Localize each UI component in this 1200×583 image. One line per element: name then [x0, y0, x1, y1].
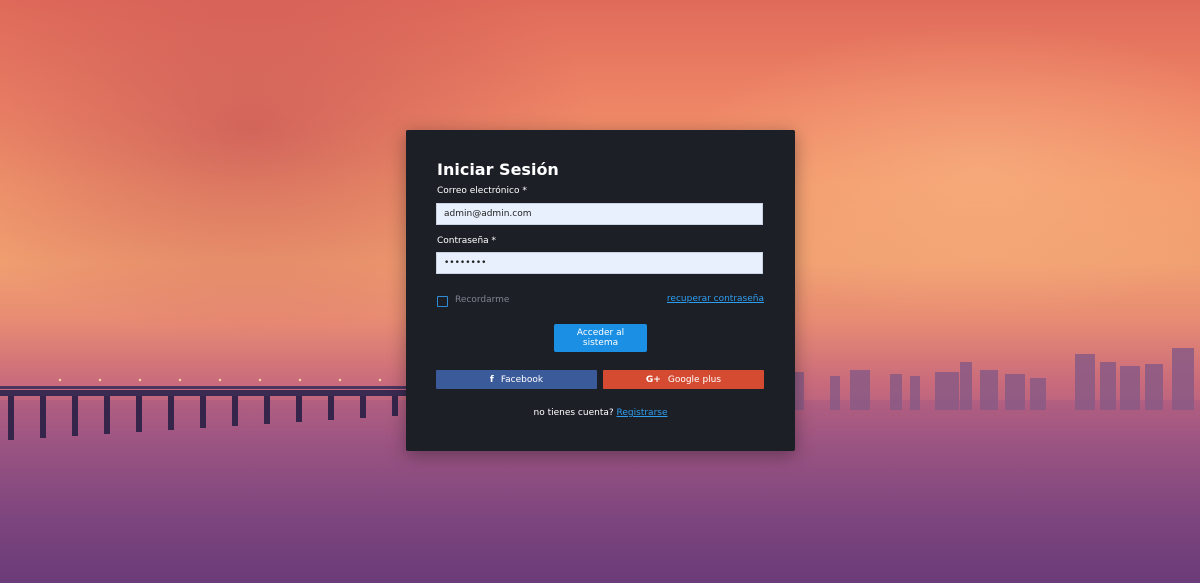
register-link[interactable]: Registrarse	[617, 408, 668, 418]
google-plus-label: Google plus	[667, 374, 722, 385]
login-submit-button[interactable]: Acceder al sistema	[554, 324, 647, 352]
email-label: Correo electrónico *	[437, 186, 527, 196]
city-skyline	[790, 348, 1194, 410]
bridge-silhouette	[0, 378, 410, 440]
facebook-label: Facebook	[500, 374, 544, 385]
recover-password-link[interactable]: recuperar contraseña	[667, 294, 764, 304]
google-plus-login-button[interactable]: G+ Google plus	[603, 370, 764, 389]
no-account-text: no tienes cuenta?	[533, 408, 614, 418]
google-plus-icon: G+	[645, 374, 661, 385]
remember-label: Recordarme	[455, 295, 510, 305]
login-card: Iniciar Sesión Correo electrónico * Cont…	[406, 130, 795, 451]
facebook-login-button[interactable]: f Facebook	[436, 370, 597, 389]
password-label: Contraseña *	[437, 236, 497, 246]
login-title: Iniciar Sesión	[437, 160, 559, 179]
facebook-icon: f	[489, 374, 494, 385]
password-input[interactable]	[436, 252, 763, 274]
register-prompt: no tienes cuenta? Registrarse	[406, 408, 795, 418]
remember-checkbox[interactable]	[437, 296, 448, 307]
email-input[interactable]	[436, 203, 763, 225]
